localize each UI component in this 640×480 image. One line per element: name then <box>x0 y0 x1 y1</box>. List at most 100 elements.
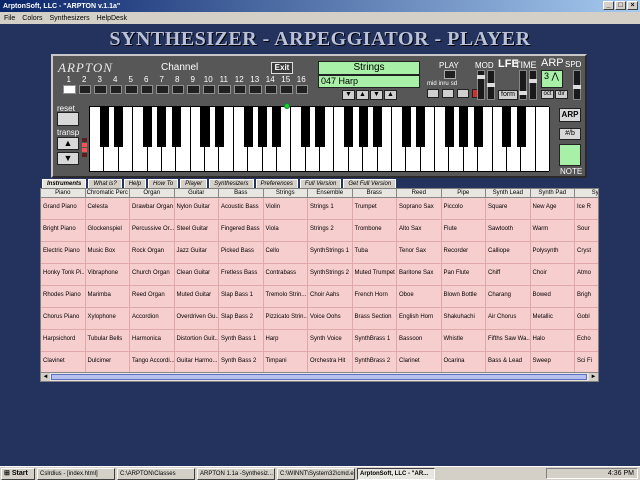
instrument-cell[interactable]: Fifths Saw Wa... <box>486 330 531 352</box>
channel-selector-button[interactable] <box>218 85 231 94</box>
instrument-cell[interactable]: Contrabass <box>263 264 308 286</box>
sd-button[interactable] <box>457 89 469 98</box>
instrument-cell[interactable]: Warm <box>530 220 575 242</box>
instrument-cell[interactable]: Church Organ <box>130 264 175 286</box>
instrument-cell[interactable]: Gobl <box>575 308 598 330</box>
instrument-cell[interactable]: Percussive Or... <box>130 220 175 242</box>
instrument-cell[interactable]: French Horn <box>352 286 397 308</box>
mod-slider[interactable] <box>477 70 485 100</box>
black-key[interactable] <box>301 107 311 147</box>
instrument-cell[interactable]: Baritone Sax <box>397 264 442 286</box>
channel-selector-button[interactable] <box>171 85 184 94</box>
column-header[interactable]: Synth Lead <box>486 189 531 198</box>
mod-slider-knob[interactable] <box>477 75 485 79</box>
instrument-cell[interactable]: Overdriven Gu... <box>174 308 219 330</box>
instrument-cell[interactable]: Accordion <box>130 308 175 330</box>
column-header[interactable]: Synth Pad <box>530 189 575 198</box>
inru-button[interactable] <box>442 89 454 98</box>
instrument-cell[interactable]: Nylon Guitar <box>174 198 219 220</box>
form-button[interactable]: form <box>498 90 518 100</box>
instrument-cell[interactable]: Vibraphone <box>85 264 130 286</box>
column-header[interactable]: Guitar <box>174 189 219 198</box>
black-key[interactable] <box>243 107 253 147</box>
instrument-cell[interactable]: Sweep <box>530 352 575 374</box>
instrument-cell[interactable]: Bass & Lead <box>486 352 531 374</box>
instrument-cell[interactable]: Choir Aahs <box>308 286 353 308</box>
spd-slider[interactable] <box>573 70 581 100</box>
transpose-down-button[interactable]: ▼ <box>57 152 79 165</box>
channel-selector-button[interactable] <box>264 85 277 94</box>
instrument-cell[interactable]: Orchestra Hit <box>308 352 353 374</box>
instrument-cell[interactable]: Ice R <box>575 198 598 220</box>
instrument-cell[interactable]: Recorder <box>441 242 486 264</box>
instrument-cell[interactable]: Strings 1 <box>308 198 353 220</box>
instrument-cell[interactable]: Timpani <box>263 352 308 374</box>
instrument-cell[interactable]: Violin <box>263 198 308 220</box>
instrument-cell[interactable]: Clarinet <box>397 352 442 374</box>
sharp-flat-button[interactable]: #/b <box>559 128 581 140</box>
channel-selector-button[interactable] <box>94 85 107 94</box>
instrument-cell[interactable]: Synth Voice <box>308 330 353 352</box>
piano-keyboard[interactable] <box>89 103 550 172</box>
taskbar-button[interactable]: ARPTON 1.1a -Synthesiz... <box>197 467 275 480</box>
instrument-cell[interactable]: Steel Guitar <box>174 220 219 242</box>
black-key[interactable] <box>200 107 210 147</box>
instrument-cell[interactable]: Halo <box>530 330 575 352</box>
black-key[interactable] <box>214 107 224 147</box>
tab-help[interactable]: Help <box>123 179 147 188</box>
tab-instruments[interactable]: Instruments <box>42 179 87 188</box>
instrument-cell[interactable]: Cryst <box>575 242 598 264</box>
instrument-cell[interactable]: Echo <box>575 330 598 352</box>
instrument-cell[interactable]: Clean Guitar <box>174 264 219 286</box>
instrument-cell[interactable]: Alto Sax <box>397 220 442 242</box>
taskbar-button[interactable]: C:\ARPTON\Classes <box>117 467 195 480</box>
horizontal-scrollbar[interactable]: ◄ ► <box>41 372 598 381</box>
black-key[interactable] <box>114 107 124 147</box>
scroll-right-icon[interactable]: ► <box>589 373 598 381</box>
instrument-cell[interactable]: Atmo <box>575 264 598 286</box>
oct-button[interactable]: oct <box>541 90 554 99</box>
instrument-cell[interactable]: Bowed <box>530 286 575 308</box>
taskbar-button[interactable]: ArptonSoft, LLC - "AR... <box>357 467 435 480</box>
group-down-button[interactable]: ▼ <box>342 90 355 100</box>
column-header[interactable]: Ensemble <box>308 189 353 198</box>
black-key[interactable] <box>157 107 167 147</box>
minimize-button[interactable]: _ <box>603 1 614 10</box>
instrument-cell[interactable]: Fingered Bass <box>219 220 264 242</box>
instrument-cell[interactable]: Rock Organ <box>130 242 175 264</box>
channel-selector-button[interactable] <box>249 85 262 94</box>
instrument-cell[interactable]: Reed Organ <box>130 286 175 308</box>
instrument-cell[interactable]: Bassoon <box>397 330 442 352</box>
instrument-cell[interactable]: Synth Bass 1 <box>219 330 264 352</box>
instrument-cell[interactable]: Cello <box>263 242 308 264</box>
instrument-cell[interactable]: Soprano Sax <box>397 198 442 220</box>
instrument-cell[interactable]: Rhodes Piano <box>41 286 86 308</box>
instrument-cell[interactable]: Harp <box>263 330 308 352</box>
instrument-cell[interactable]: Honky Tonk Pi... <box>41 264 86 286</box>
instrument-cell[interactable]: Marimba <box>85 286 130 308</box>
black-key[interactable] <box>444 107 454 147</box>
instrument-cell[interactable]: Ocarina <box>441 352 486 374</box>
taskbar-button[interactable]: Cslrdius - [index.html] <box>37 467 115 480</box>
instrument-cell[interactable]: SynthStrings 1 <box>308 242 353 264</box>
instrument-cell[interactable]: Polysynth <box>530 242 575 264</box>
play-button[interactable] <box>444 70 456 79</box>
instrument-cell[interactable]: Acoustic Bass <box>219 198 264 220</box>
black-key[interactable] <box>171 107 181 147</box>
instrument-cell[interactable]: Square <box>486 198 531 220</box>
instrument-cell[interactable]: Guitar Harmo... <box>174 352 219 374</box>
tab-how-to[interactable]: How To <box>148 179 179 188</box>
instrument-cell[interactable]: Glockenspiel <box>85 220 130 242</box>
instrument-cell[interactable]: English Horn <box>397 308 442 330</box>
instrument-up-button[interactable]: ▲ <box>384 90 397 100</box>
black-key[interactable] <box>99 107 109 147</box>
instrument-cell[interactable]: Fretless Bass <box>219 264 264 286</box>
channel-selector-button[interactable] <box>140 85 153 94</box>
black-key[interactable] <box>257 107 268 147</box>
instrument-cell[interactable]: Drawbar Organ <box>130 198 175 220</box>
channel-selector-button[interactable] <box>63 85 76 94</box>
reset-button[interactable] <box>57 112 79 126</box>
spd-slider-knob[interactable] <box>573 85 581 89</box>
instrument-cell[interactable]: Harmonica <box>130 330 175 352</box>
menu-file[interactable]: File <box>4 15 15 22</box>
